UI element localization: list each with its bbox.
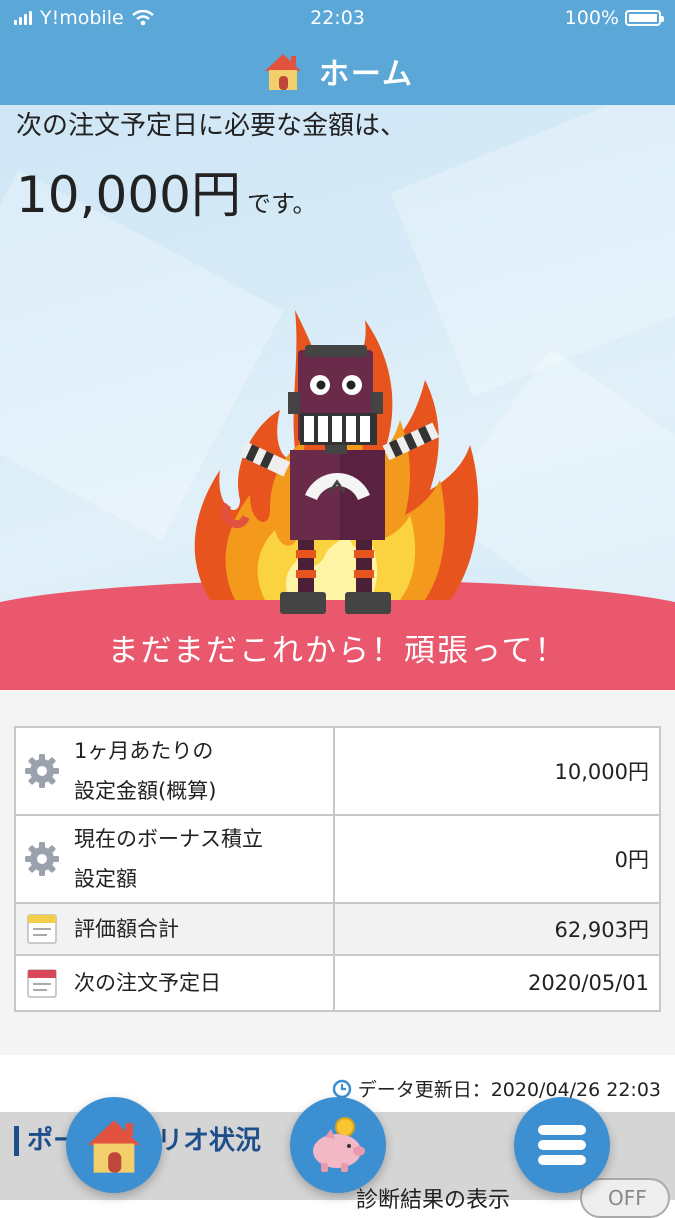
calendar-icon <box>27 969 57 998</box>
diagnosis-toggle[interactable]: OFF <box>580 1178 670 1218</box>
summary-section: 1ヶ月あたりの 設定金額(概算) 10,000円 現在のボーナス積立 設定額 0… <box>0 690 675 1055</box>
battery-label: 100% <box>564 7 619 29</box>
row-label-line: 設定金額(概算) <box>74 779 217 803</box>
table-row: 評価額合計 62,903円 <box>14 902 661 956</box>
row-label: 次の注文予定日 <box>74 971 221 995</box>
row-label-line: 現在のボーナス積立 <box>74 827 263 851</box>
gear-icon <box>25 842 59 876</box>
piggy-bank-icon <box>313 1117 365 1172</box>
nav-menu-button[interactable] <box>514 1097 610 1193</box>
page-title: ホーム <box>318 57 415 92</box>
gear-icon <box>25 754 59 788</box>
diagnosis-toggle-label: 診断結果の表示 <box>356 1188 511 1213</box>
table-row: 現在のボーナス積立 設定額 0円 <box>14 814 661 904</box>
status-right: 100% <box>564 7 664 29</box>
next-order-amount: 10,000円 です。 <box>16 155 317 227</box>
robot-character-illustration <box>194 310 479 614</box>
page-header: ホーム <box>0 42 675 100</box>
row-label-line: 設定額 <box>74 867 137 891</box>
house-icon <box>87 1120 141 1173</box>
table-row: 次の注文予定日 2020/05/01 <box>14 954 661 1012</box>
notepad-icon <box>27 914 57 944</box>
row-value: 62,903円 <box>333 902 661 956</box>
amount-suffix: です。 <box>246 190 317 218</box>
nav-savings-button[interactable] <box>290 1097 386 1193</box>
amount-value: 10,000円 <box>16 166 241 224</box>
nav-home-button[interactable] <box>66 1097 162 1193</box>
table-row: 1ヶ月あたりの 設定金額(概算) 10,000円 <box>14 726 661 816</box>
menu-icon <box>538 1125 586 1165</box>
data-updated-timestamp: データ更新日：2020/04/26 22:03 <box>332 1075 661 1102</box>
row-value: 10,000円 <box>333 726 661 816</box>
summary-table: 1ヶ月あたりの 設定金額(概算) 10,000円 現在のボーナス積立 設定額 0… <box>14 726 661 1012</box>
row-label: 評価額合計 <box>74 917 179 941</box>
row-value: 2020/05/01 <box>333 954 661 1012</box>
status-bar: Y!mobile 22:03 100% <box>0 0 675 36</box>
encouragement-message: まだまだこれから！頑張って！ <box>107 633 568 669</box>
row-label-line: 1ヶ月あたりの <box>74 739 214 763</box>
row-value: 0円 <box>333 814 661 904</box>
hero-section: 次の注文予定日に必要な金額は、 10,000円 です。 まだまだこれから！頑張っ… <box>0 105 675 690</box>
updated-label: データ更新日：2020/04/26 22:03 <box>357 1079 661 1101</box>
clock-icon <box>332 1079 351 1098</box>
battery-icon <box>625 10 664 26</box>
next-order-amount-caption: 次の注文予定日に必要な金額は、 <box>16 111 407 141</box>
house-icon <box>264 54 301 90</box>
top-bar: Y!mobile 22:03 100% ホーム <box>0 0 675 105</box>
